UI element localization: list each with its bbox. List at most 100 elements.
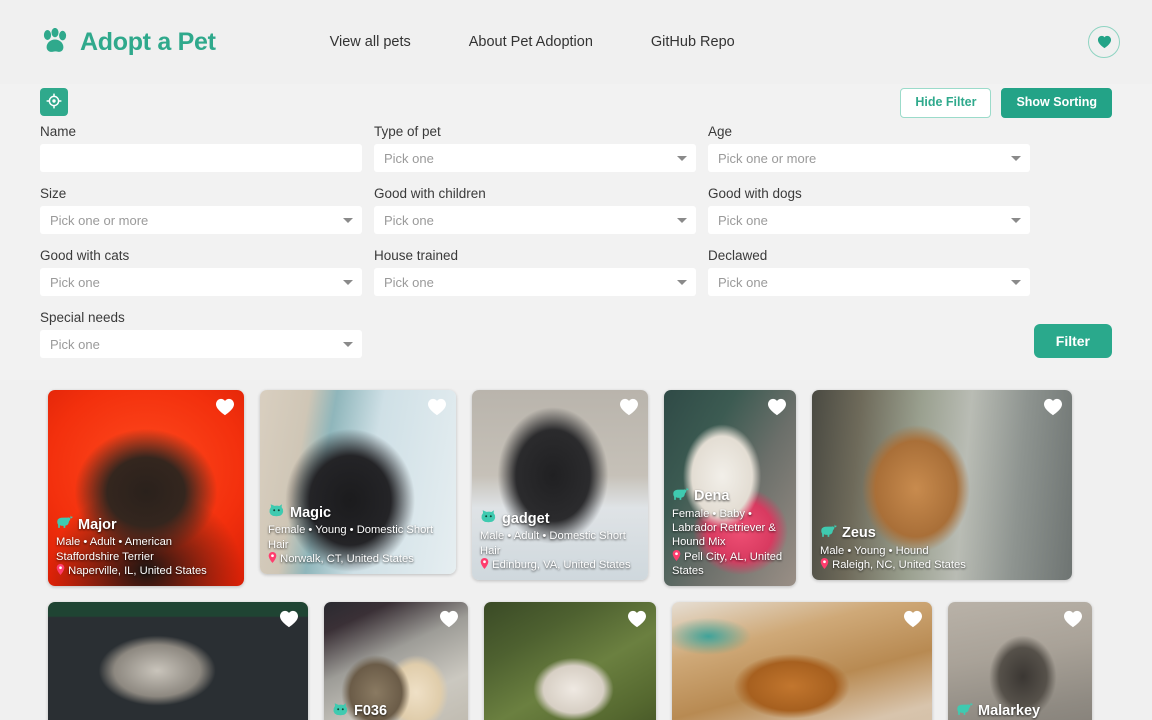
pet-attributes: Female • Young • Domestic Short Hair <box>268 524 434 551</box>
location-pin-icon <box>820 557 829 571</box>
favorites-button[interactable] <box>1088 26 1120 58</box>
nav-link-view-all-pets[interactable]: View all pets <box>330 34 411 50</box>
pet-location-text: Norwalk, CT, United States <box>277 552 414 565</box>
house-trained-select[interactable]: Pick one <box>374 268 696 296</box>
locate-me-button[interactable] <box>40 88 68 116</box>
size-select[interactable]: Pick one or more <box>40 206 362 234</box>
name-input[interactable] <box>40 144 362 172</box>
pet-card-info: Major Male • Adult • American Staffordshi… <box>48 509 244 586</box>
heart-icon <box>1097 35 1112 49</box>
pet-location: Pell City, AL, United States <box>672 549 788 578</box>
chevron-down-icon <box>677 218 687 223</box>
dog-icon <box>672 487 689 506</box>
pet-name: gadget <box>502 510 550 527</box>
hide-filter-button[interactable]: Hide Filter <box>900 88 992 118</box>
favorite-heart-icon[interactable] <box>619 398 639 421</box>
special-needs-select[interactable]: Pick one <box>40 330 362 358</box>
pet-photo <box>48 602 308 720</box>
pet-card[interactable]: String Bean <box>48 602 308 720</box>
declawed-select[interactable]: Pick one <box>708 268 1030 296</box>
filter-panel: Hide Filter Show Sorting Name Type of pe… <box>0 84 1152 380</box>
nav-link-github-repo[interactable]: GitHub Repo <box>651 34 735 50</box>
filter-label-special-needs: Special needs <box>40 310 125 325</box>
favorite-heart-icon[interactable] <box>279 610 299 633</box>
dog-icon <box>820 524 837 543</box>
type-of-pet-select[interactable]: Pick one <box>374 144 696 172</box>
pet-card[interactable]: Lucyanna <box>672 602 932 720</box>
pet-name-line: Zeus <box>820 524 1064 543</box>
pet-attributes: Male • Young • Hound <box>820 544 929 557</box>
pet-location-text: Edinburg, VA, United States <box>489 558 631 571</box>
pet-name: F036 <box>354 702 388 719</box>
pet-card[interactable]: F036Male • Baby • American Shorthair <box>324 602 468 720</box>
age-select[interactable]: Pick one or more <box>708 144 1030 172</box>
favorite-heart-icon[interactable] <box>439 610 459 633</box>
nav-link-about-pet-adoption[interactable]: About Pet Adoption <box>469 34 593 50</box>
pet-card[interactable]: Major Male • Adult • American Staffordshi… <box>48 390 244 586</box>
cat-icon <box>480 509 497 528</box>
pet-card[interactable]: Zeus Male • Young • Hound Raleigh, NC, Un… <box>812 390 1072 580</box>
brand-logo[interactable]: Adopt a Pet <box>40 28 216 57</box>
pet-name: Zeus <box>842 524 876 541</box>
cat-icon <box>268 503 285 522</box>
good-with-dogs-placeholder: Pick one <box>718 212 768 228</box>
location-pin-icon <box>56 563 65 577</box>
filter-submit-button[interactable]: Filter <box>1033 324 1112 358</box>
chevron-down-icon <box>1011 156 1021 161</box>
pet-location: Edinburg, VA, United States <box>480 557 640 572</box>
pet-name-line: Malarkey <box>956 702 1084 720</box>
pet-results-grid: Major Male • Adult • American Staffordshi… <box>0 380 1152 720</box>
filter-label-good-with-cats: Good with cats <box>40 248 130 263</box>
favorite-heart-icon[interactable] <box>1043 398 1063 421</box>
location-pin-icon <box>480 557 489 571</box>
filter-label-house-trained: House trained <box>374 248 459 263</box>
declawed-placeholder: Pick one <box>718 274 768 290</box>
filter-field-age: Age Pick one or more <box>708 124 1030 172</box>
good-with-children-select[interactable]: Pick one <box>374 206 696 234</box>
chevron-down-icon <box>343 218 353 223</box>
filter-label-declawed: Declawed <box>708 248 768 263</box>
dog-icon <box>956 702 973 720</box>
chevron-down-icon <box>343 280 353 285</box>
pet-name: Magic <box>290 504 332 521</box>
pet-name: Major <box>78 516 117 533</box>
pet-card[interactable]: Magic Female • Young • Domestic Short Hai… <box>260 390 456 574</box>
filter-label-name: Name <box>40 124 77 139</box>
pet-card[interactable]: Skipp <box>484 602 656 720</box>
pet-name-line: Dena <box>672 487 788 506</box>
pet-card-info: MalarkeyFemale • Baby • Shepherd <box>948 696 1092 720</box>
size-placeholder: Pick one or more <box>50 212 149 228</box>
filter-field-good-with-dogs: Good with dogs Pick one <box>708 186 1030 234</box>
filter-field-good-with-children: Good with children Pick one <box>374 186 696 234</box>
house-trained-placeholder: Pick one <box>384 274 434 290</box>
pet-location: Norwalk, CT, United States <box>268 551 448 566</box>
favorite-heart-icon[interactable] <box>767 398 787 421</box>
cat-icon <box>332 702 349 720</box>
filter-field-declawed: Declawed Pick one <box>708 248 1030 296</box>
chevron-down-icon <box>343 342 353 347</box>
filter-action-buttons: Hide Filter Show Sorting <box>900 88 1112 118</box>
main-nav: View all pets About Pet Adoption GitHub … <box>330 34 793 50</box>
favorite-heart-icon[interactable] <box>1063 610 1083 633</box>
favorite-heart-icon[interactable] <box>427 398 447 421</box>
pet-photo <box>672 602 932 720</box>
good-with-cats-select[interactable]: Pick one <box>40 268 362 296</box>
pet-card[interactable]: gadget Male • Adult • Domestic Short Hair… <box>472 390 648 580</box>
filter-label-age: Age <box>708 124 733 139</box>
favorite-heart-icon[interactable] <box>903 610 923 633</box>
filter-field-house-trained: House trained Pick one <box>374 248 696 296</box>
filter-field-good-with-cats: Good with cats Pick one <box>40 248 362 296</box>
pet-card-info: F036Male • Baby • American Shorthair <box>324 696 468 720</box>
good-with-dogs-select[interactable]: Pick one <box>708 206 1030 234</box>
show-sorting-button[interactable]: Show Sorting <box>1001 88 1112 118</box>
pet-card[interactable]: Dena Female • Baby • Labrador Retriever &… <box>664 390 796 586</box>
brand-title: Adopt a Pet <box>80 27 216 56</box>
pet-card[interactable]: MalarkeyFemale • Baby • Shepherd <box>948 602 1092 720</box>
favorite-heart-icon[interactable] <box>215 398 235 421</box>
favorite-heart-icon[interactable] <box>627 610 647 633</box>
good-with-cats-placeholder: Pick one <box>50 274 100 290</box>
filter-toolbar: Hide Filter Show Sorting <box>40 84 1112 122</box>
location-pin-icon <box>268 551 277 565</box>
dog-icon <box>56 515 73 534</box>
pet-card-info: Dena Female • Baby • Labrador Retriever &… <box>664 481 796 586</box>
